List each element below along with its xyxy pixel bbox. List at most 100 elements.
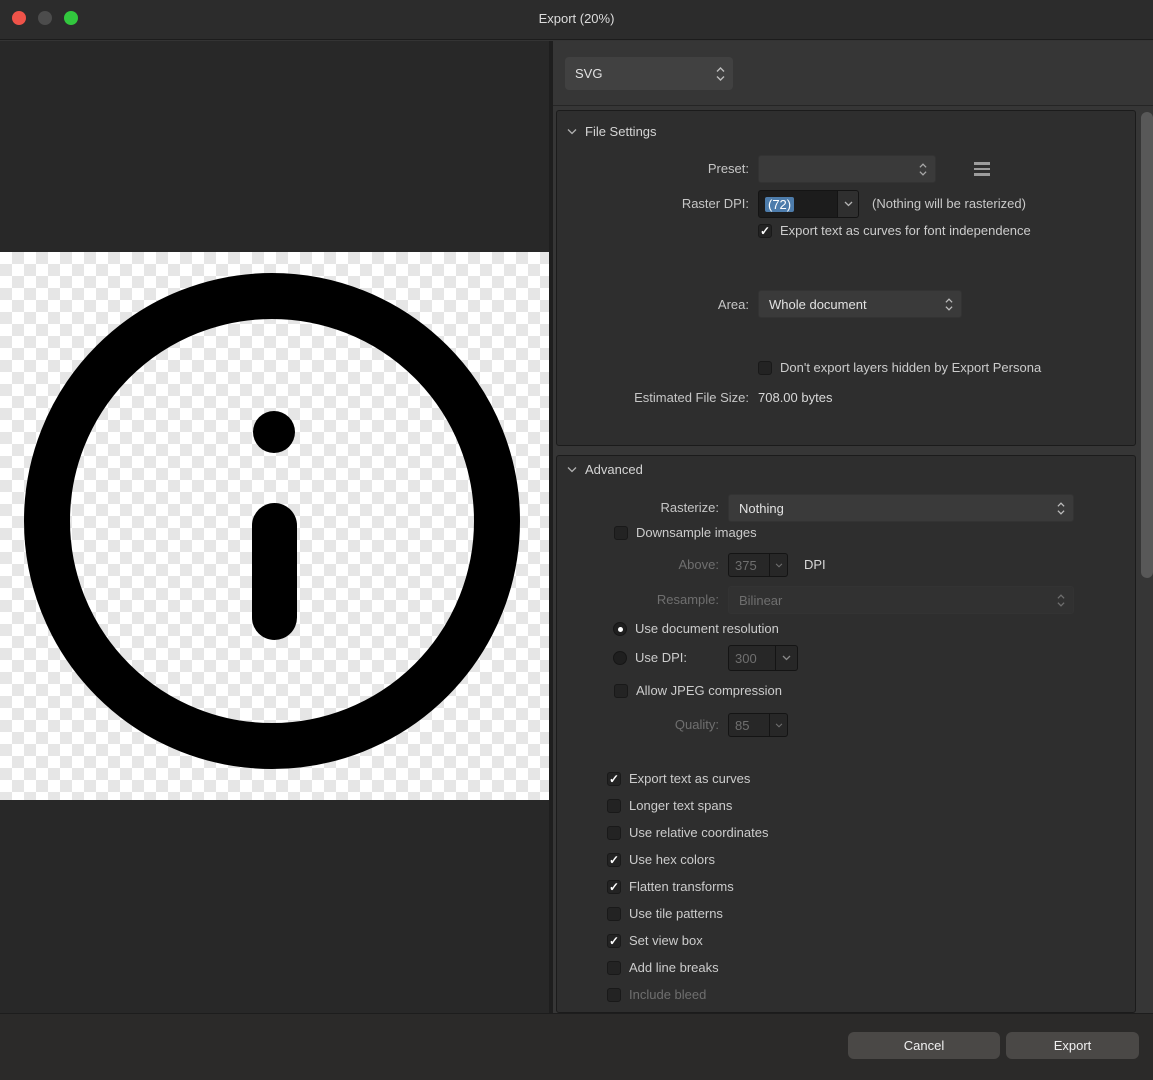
file-size-label: Estimated File Size:: [557, 390, 749, 405]
area-select[interactable]: Whole document: [758, 290, 962, 318]
export-text-as-curves-font-checkbox-row[interactable]: Export text as curves for font independe…: [758, 223, 1031, 238]
checkbox-label[interactable]: Use tile patterns: [629, 906, 723, 921]
stepper-icon: [1057, 593, 1065, 608]
checkbox-icon[interactable]: [607, 799, 621, 813]
preset-menu-icon[interactable]: [974, 162, 990, 176]
checkbox-icon[interactable]: [614, 684, 628, 698]
above-label: Above:: [557, 557, 719, 572]
checkbox-icon: [607, 988, 621, 1002]
rasterize-select-value: Nothing: [739, 501, 784, 516]
rasterize-select[interactable]: Nothing: [728, 494, 1074, 522]
resample-select-value: Bilinear: [739, 593, 782, 608]
area-select-value: Whole document: [769, 297, 867, 312]
checkbox-label[interactable]: Use relative coordinates: [629, 825, 768, 840]
file-settings-section-header[interactable]: File Settings: [567, 124, 657, 139]
use-dpi-combo[interactable]: 300: [728, 645, 798, 671]
checkbox-icon[interactable]: [607, 826, 621, 840]
stepper-icon: [945, 297, 953, 312]
checkbox-icon[interactable]: [758, 224, 772, 238]
checkbox-icon[interactable]: [607, 772, 621, 786]
area-label: Area:: [557, 297, 749, 312]
radio-icon[interactable]: [613, 622, 627, 636]
chevron-down-icon[interactable]: [838, 190, 859, 218]
use-hex-colors-checkbox-row[interactable]: Use hex colors: [607, 852, 715, 867]
titlebar: Export (20%): [0, 0, 1153, 40]
checkbox-label[interactable]: Use hex colors: [629, 852, 715, 867]
preset-select[interactable]: [758, 155, 936, 183]
raster-dpi-combo[interactable]: (72): [758, 190, 859, 218]
radio-icon[interactable]: [613, 651, 627, 665]
format-header: SVG: [553, 41, 1153, 106]
chevron-down-icon[interactable]: [770, 713, 788, 737]
stepper-icon: [1057, 501, 1065, 516]
preset-label: Preset:: [557, 161, 749, 176]
export-settings-sidebar: SVG File Settings Preset: Raster DPI: (7…: [549, 41, 1153, 1013]
format-select[interactable]: SVG: [565, 57, 733, 90]
longer-text-spans-checkbox-row[interactable]: Longer text spans: [607, 798, 732, 813]
checkbox-icon[interactable]: [607, 853, 621, 867]
checkbox-icon[interactable]: [607, 961, 621, 975]
dialog-footer: Cancel Export: [0, 1013, 1153, 1080]
checkbox-label: Include bleed: [629, 987, 706, 1002]
chevron-down-icon[interactable]: [776, 645, 798, 671]
use-dpi-radio-row[interactable]: Use DPI:: [613, 650, 687, 665]
checkbox-icon[interactable]: [614, 526, 628, 540]
file-settings-title: File Settings: [585, 124, 657, 139]
dont-export-hidden-layers-checkbox-row[interactable]: Don't export layers hidden by Export Per…: [758, 360, 1041, 375]
raster-dpi-value: (72): [765, 197, 794, 212]
checkbox-icon[interactable]: [758, 361, 772, 375]
checkbox-label[interactable]: Allow JPEG compression: [636, 683, 782, 698]
resample-select[interactable]: Bilinear: [728, 586, 1074, 614]
checkbox-label[interactable]: Set view box: [629, 933, 703, 948]
radio-label[interactable]: Use DPI:: [635, 650, 687, 665]
file-size-value: 708.00 bytes: [758, 390, 832, 405]
window-title: Export (20%): [0, 11, 1153, 26]
checkbox-label[interactable]: Export text as curves: [629, 771, 750, 786]
export-text-as-curves-checkbox-row[interactable]: Export text as curves: [607, 771, 750, 786]
export-preview-pane: [0, 41, 549, 1013]
flatten-transforms-checkbox-row[interactable]: Flatten transforms: [607, 879, 734, 894]
info-circle-icon: [0, 252, 549, 800]
set-view-box-checkbox-row[interactable]: Set view box: [607, 933, 703, 948]
cancel-button[interactable]: Cancel: [848, 1032, 1000, 1059]
checkbox-icon[interactable]: [607, 934, 621, 948]
checkbox-label[interactable]: Export text as curves for font independe…: [780, 223, 1031, 238]
raster-dpi-label: Raster DPI:: [557, 196, 749, 211]
quality-label: Quality:: [557, 717, 719, 732]
resample-label: Resample:: [557, 592, 719, 607]
checkbox-label[interactable]: Don't export layers hidden by Export Per…: [780, 360, 1041, 375]
transparency-checkerboard: [0, 252, 549, 800]
scrollbar-thumb[interactable]: [1141, 112, 1153, 578]
downsample-images-checkbox-row[interactable]: Downsample images: [614, 525, 757, 540]
above-dpi-combo[interactable]: 375: [728, 553, 788, 577]
advanced-title: Advanced: [585, 462, 643, 477]
raster-dpi-hint: (Nothing will be rasterized): [872, 196, 1026, 211]
add-line-breaks-checkbox-row[interactable]: Add line breaks: [607, 960, 719, 975]
allow-jpeg-compression-checkbox-row[interactable]: Allow JPEG compression: [614, 683, 782, 698]
above-dpi-value: 375: [728, 553, 770, 577]
quality-value: 85: [728, 713, 770, 737]
checkbox-label[interactable]: Add line breaks: [629, 960, 719, 975]
checkbox-label[interactable]: Longer text spans: [629, 798, 732, 813]
advanced-section-header[interactable]: Advanced: [567, 462, 643, 477]
dpi-unit-label: DPI: [804, 557, 826, 572]
format-select-value: SVG: [575, 66, 602, 81]
quality-combo[interactable]: 85: [728, 713, 788, 737]
disclosure-chevron-icon: [567, 128, 577, 135]
checkbox-icon[interactable]: [607, 907, 621, 921]
checkbox-label[interactable]: Downsample images: [636, 525, 757, 540]
chevron-down-icon[interactable]: [770, 553, 788, 577]
checkbox-icon[interactable]: [607, 880, 621, 894]
use-dpi-value: 300: [728, 645, 776, 671]
use-relative-coordinates-checkbox-row[interactable]: Use relative coordinates: [607, 825, 768, 840]
checkbox-label[interactable]: Flatten transforms: [629, 879, 734, 894]
radio-label[interactable]: Use document resolution: [635, 621, 779, 636]
rasterize-label: Rasterize:: [557, 500, 719, 515]
stepper-icon: [919, 162, 927, 177]
use-tile-patterns-checkbox-row[interactable]: Use tile patterns: [607, 906, 723, 921]
stepper-icon: [716, 66, 725, 82]
disclosure-chevron-icon: [567, 466, 577, 473]
include-bleed-checkbox-row: Include bleed: [607, 987, 706, 1002]
export-button[interactable]: Export: [1006, 1032, 1139, 1059]
use-document-resolution-radio-row[interactable]: Use document resolution: [613, 621, 779, 636]
